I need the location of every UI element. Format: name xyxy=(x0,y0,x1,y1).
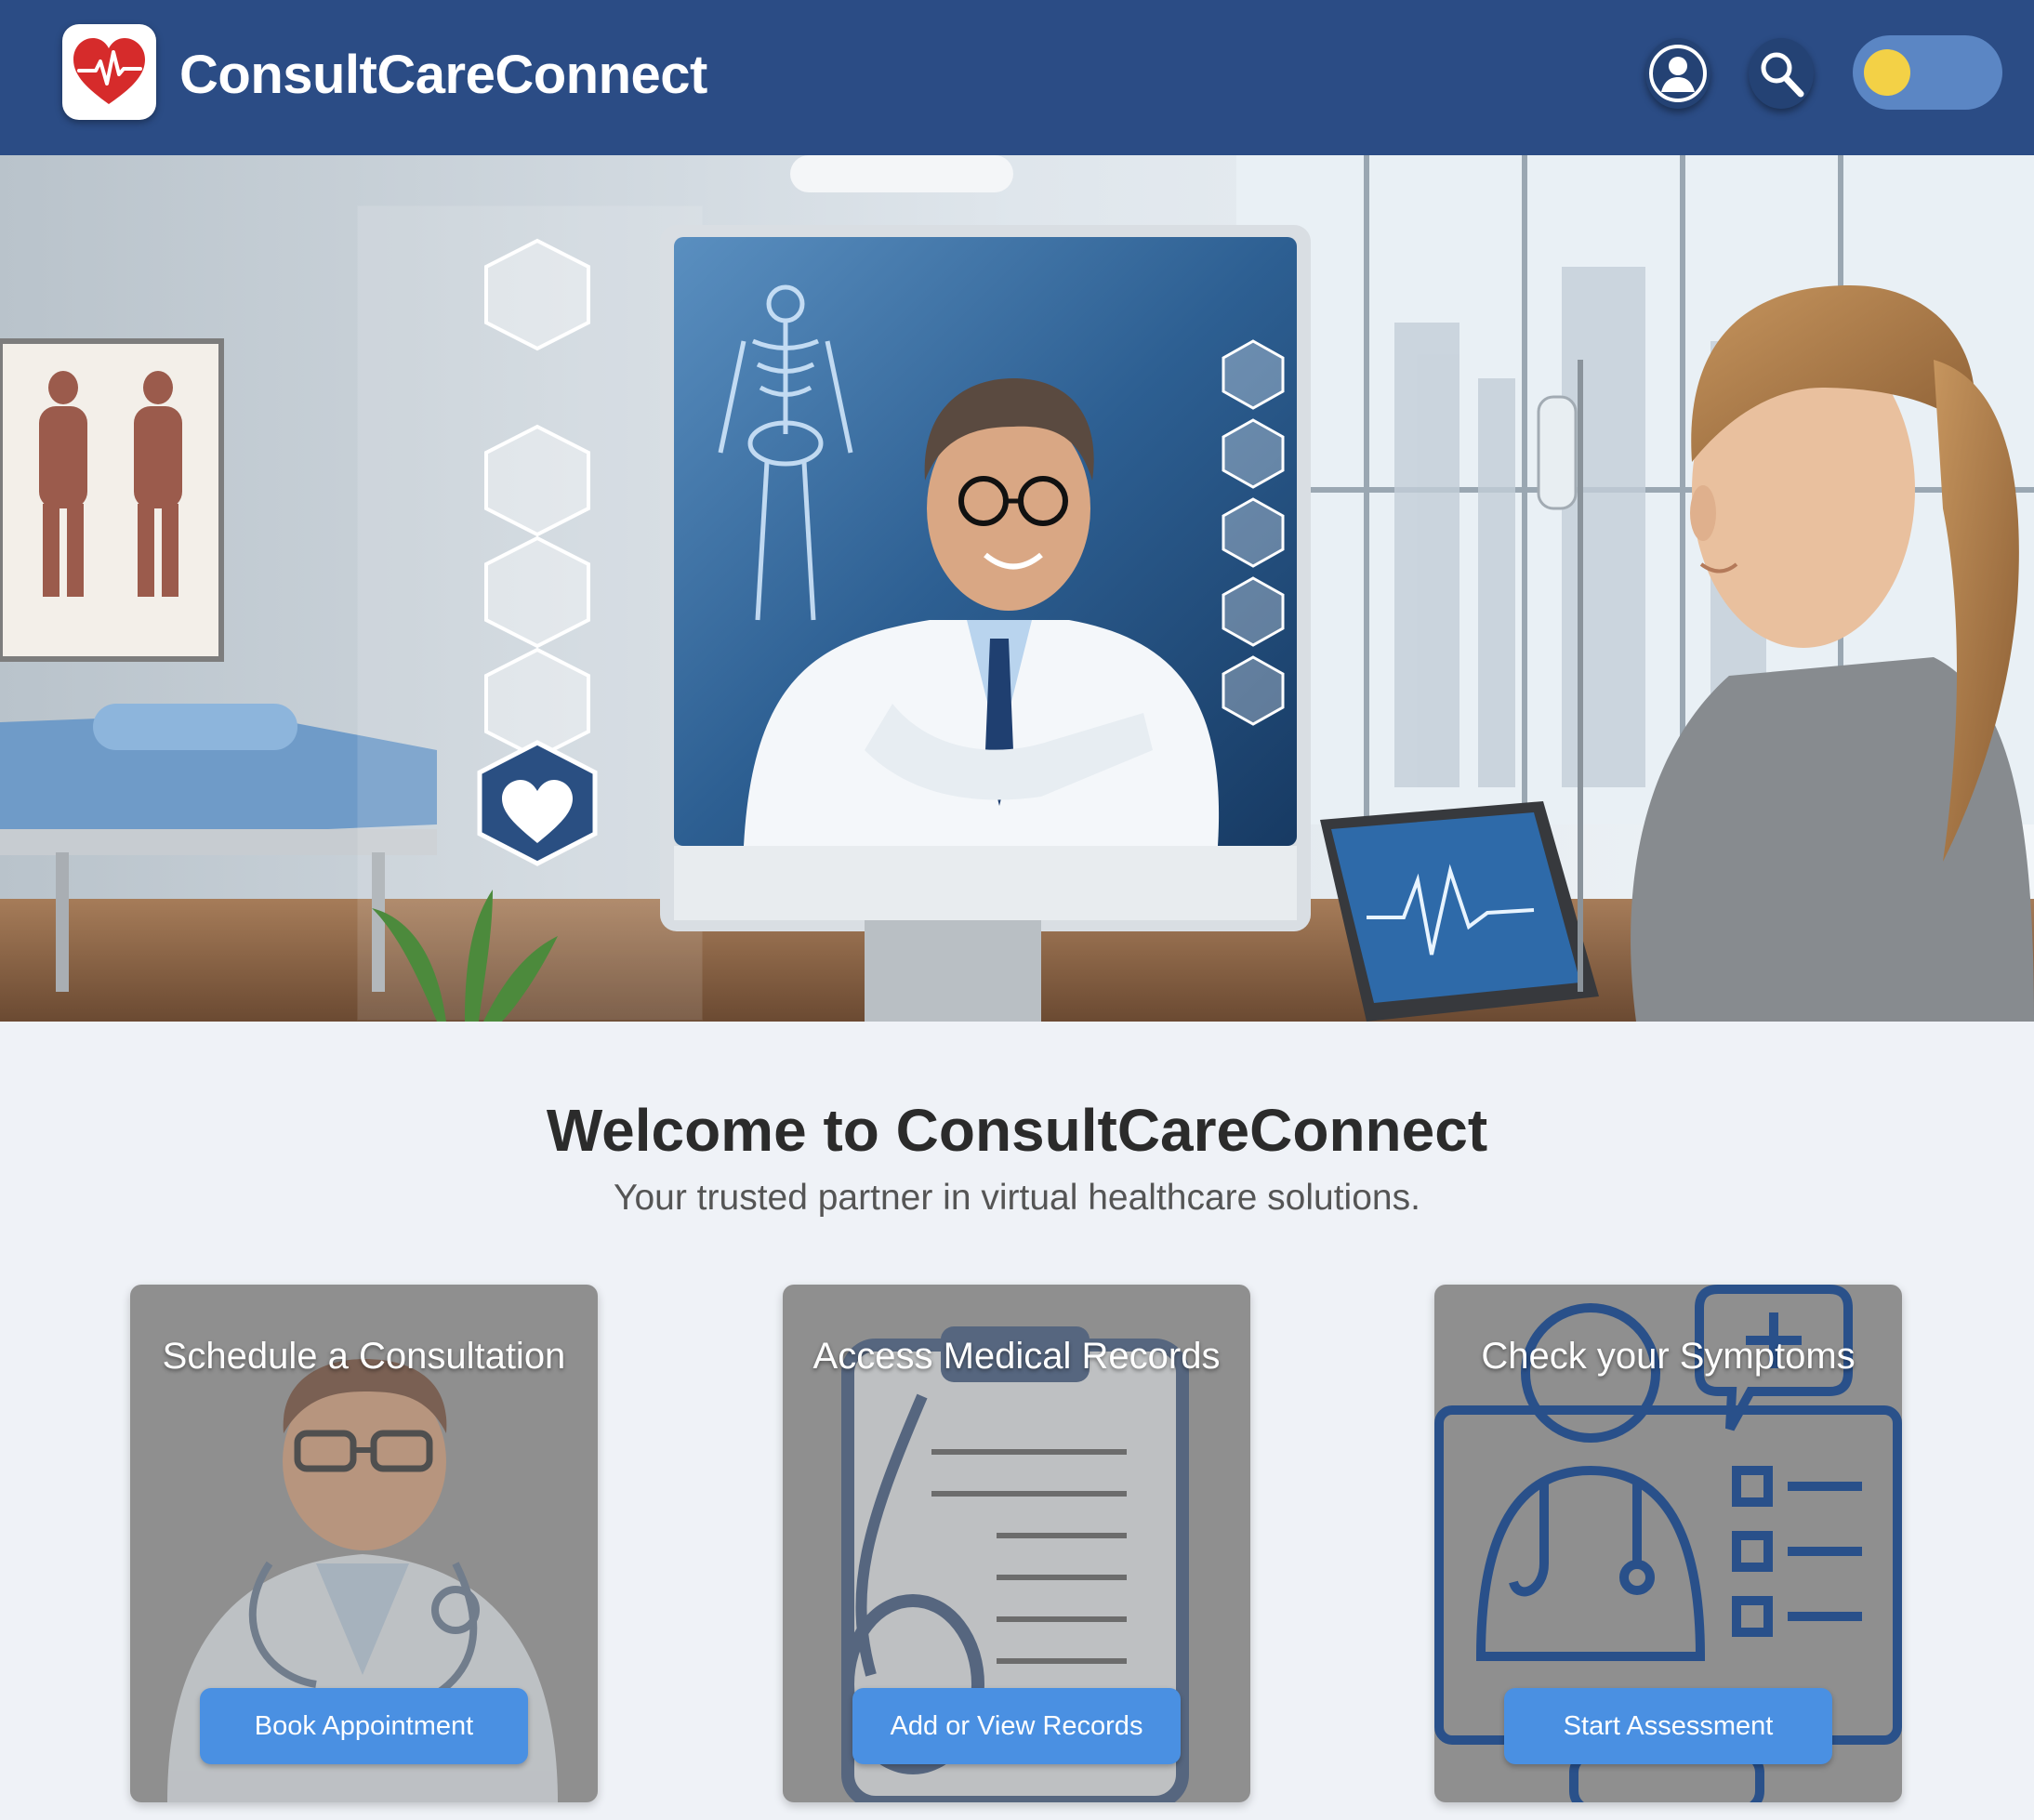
access-records-card[interactable]: Access Medical Records Add or View Recor… xyxy=(783,1285,1250,1802)
top-navbar: ConsultCareConnect xyxy=(0,0,2034,155)
search-icon[interactable] xyxy=(1749,38,1814,109)
user-icon[interactable] xyxy=(1645,38,1710,109)
check-symptoms-card[interactable]: Check your Symptoms Start Assessment xyxy=(1434,1285,1902,1802)
theme-toggle[interactable] xyxy=(1853,35,2002,110)
book-appointment-button[interactable]: Book Appointment xyxy=(200,1688,528,1764)
add-view-records-button[interactable]: Add or View Records xyxy=(852,1688,1181,1764)
welcome-title: Welcome to ConsultCareConnect xyxy=(546,1097,1488,1164)
welcome-subtitle: Your trusted partner in virtual healthca… xyxy=(614,1178,1420,1218)
schedule-consultation-card[interactable]: Schedule a Consultation Book Appointment xyxy=(130,1285,598,1802)
app-title[interactable]: ConsultCareConnect xyxy=(179,42,707,109)
card-title: Access Medical Records xyxy=(812,1336,1221,1377)
sun-icon xyxy=(1864,49,1910,96)
start-assessment-button[interactable]: Start Assessment xyxy=(1504,1688,1832,1764)
card-title: Check your Symptoms xyxy=(1481,1336,1856,1377)
card-title: Schedule a Consultation xyxy=(162,1336,566,1377)
hero-image xyxy=(0,155,2034,1022)
heart-pulse-icon[interactable] xyxy=(62,24,156,120)
